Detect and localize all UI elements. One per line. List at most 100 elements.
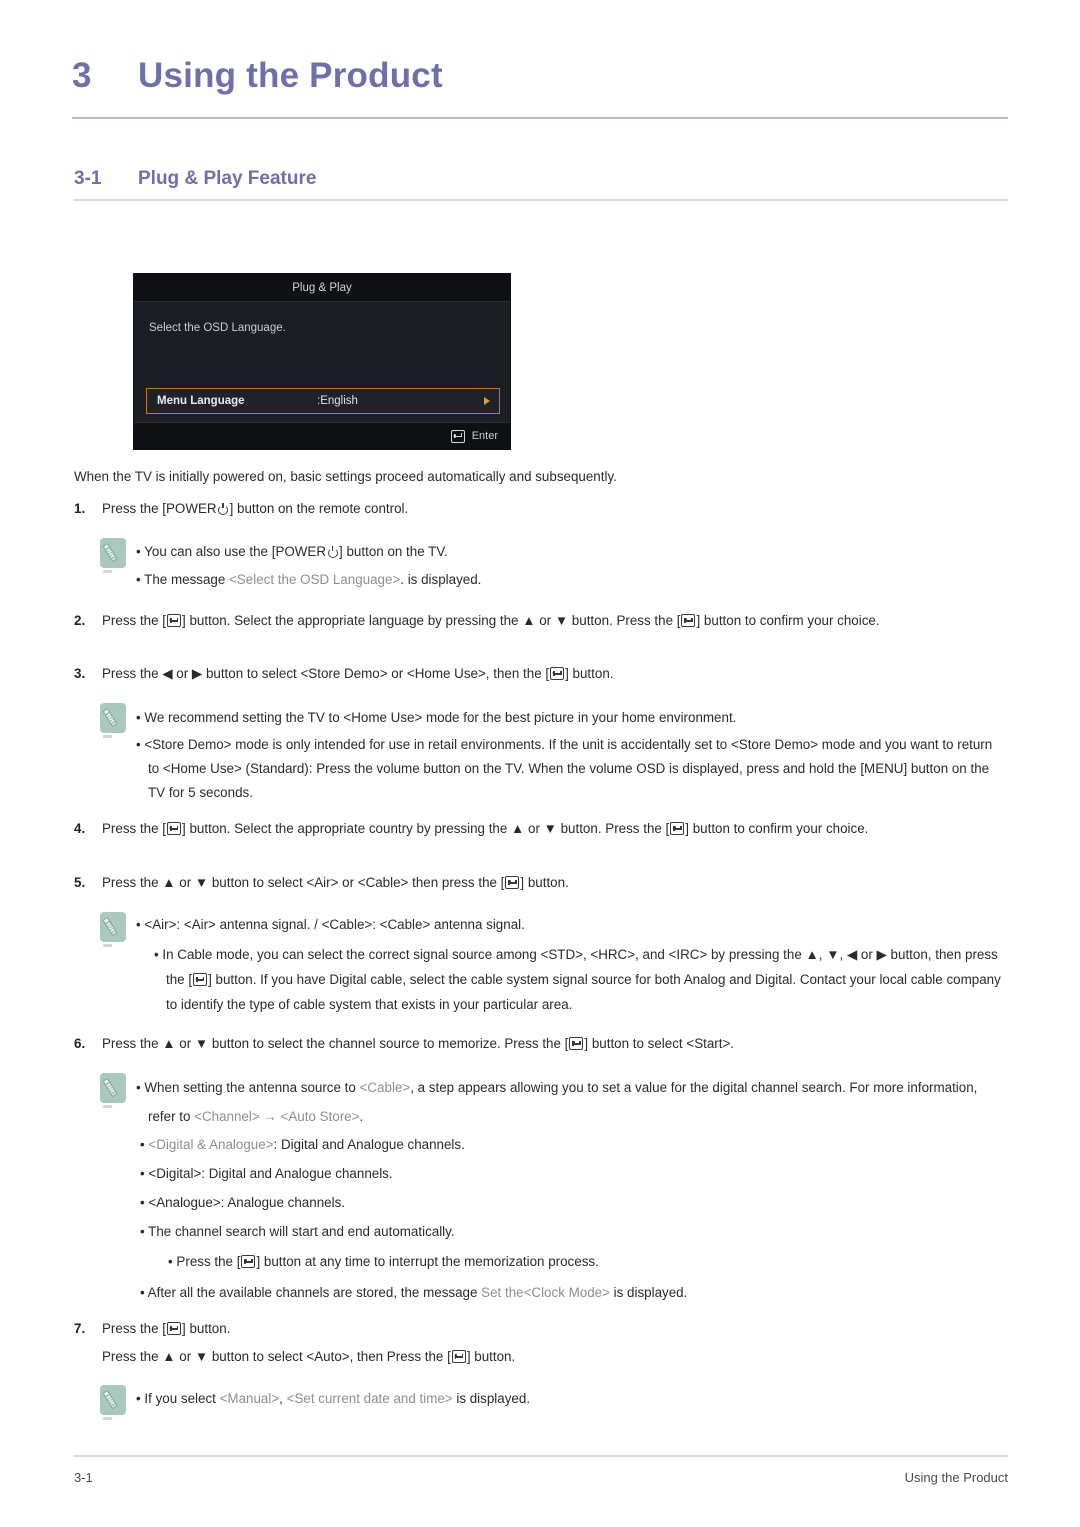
step-7-line-2-b: ] button. [466,1349,516,1364]
note-pencil-icon [100,538,126,573]
bullet-5-b: ] button at any time to interrupt the me… [256,1254,599,1269]
osd-prompt: Select the OSD Language. [149,322,286,334]
footer-chapter-title: Using the Product [904,1470,1008,1485]
step-5: 5. Press the ▲ or ▼ button to select <Ai… [74,872,1004,894]
channel-source-bullet-list: <Digital & Analogue>: Digital and Analog… [140,1130,1010,1307]
note-pencil-icon [100,912,126,947]
step-7-text-a: Press the [ [102,1321,167,1336]
note-5-gray-2: <Set current date and time> [286,1391,453,1406]
note-1-line-2: The message <Select the OSD Language>. i… [136,566,1004,594]
note-3: <Air>: <Air> antenna signal. / <Cable>: … [100,912,1004,1017]
chapter-heading: 3 Using the Product [72,56,1008,96]
step-3-text-b: ] button. [565,666,614,681]
note-2-line-1: We recommend setting the TV to <Home Use… [136,703,1004,733]
note-3-line-2: In Cable mode, you can select the correc… [136,942,1004,1017]
note-2-line-2: <Store Demo> mode is only intended for u… [136,733,1004,805]
bullet-6-b: is displayed. [609,1285,688,1300]
step-3-number: 3. [74,666,86,681]
note-4: When setting the antenna source to <Cabl… [100,1073,1004,1131]
enter-key-icon [167,1322,182,1335]
power-icon [327,546,338,558]
power-icon [218,503,229,515]
note-4-c: . [359,1109,364,1124]
step-6-number: 6. [74,1036,86,1051]
footer-divider [74,1455,1008,1457]
step-1-text-b: ] button on the remote control. [229,501,409,516]
enter-key-icon [681,614,696,627]
enter-key-icon [569,1037,584,1050]
step-2-number: 2. [74,613,86,628]
bullet-digital-analogue: <Digital & Analogue>: Digital and Analog… [140,1130,1010,1159]
step-2-text: Press the [ ] button. Select the appropri… [102,610,1004,632]
bullet-clock-mode: After all the available channels are sto… [140,1278,1010,1307]
step-2-text-a: Press the [ [102,613,167,628]
step-4: 4. Press the [] button. Select the appro… [74,818,1004,840]
enter-key-icon [450,429,465,443]
note-5-body: If you select <Manual>, <Set current dat… [136,1385,1004,1415]
section-divider [74,199,1008,201]
note-1-body: You can also use the [POWER ] button on t… [136,538,1004,594]
step-3-text-a: Press the ◀ or ▶ button to select <Store… [102,666,550,681]
step-3: 3. Press the ◀ or ▶ button to select <St… [74,663,1004,685]
section-number: 3-1 [74,168,102,189]
note-1: You can also use the [POWER ] button on t… [100,538,1004,594]
chapter-title: Using the Product [138,56,443,95]
step-2: 2. Press the [ ] button. Select the appro… [74,610,1004,632]
bullet-channel-search: The channel search will start and end au… [140,1217,1010,1246]
note-2: We recommend setting the TV to <Home Use… [100,703,1004,805]
step-7-text-b: ] button. [182,1321,231,1336]
note-pencil-icon [100,1385,126,1420]
note-pencil-icon [100,1073,126,1108]
bullet-interrupt: Press the [ ] button at any time to inter… [140,1246,1010,1278]
step-4-number: 4. [74,821,86,836]
step-1-text-a: Press the [POWER [102,501,217,516]
bullet-6-gray: Set the<Clock Mode> [481,1285,610,1300]
step-3-text: Press the ◀ or ▶ button to select <Store… [102,663,1004,685]
step-6-text: Press the ▲ or ▼ button to select the ch… [102,1033,1004,1055]
step-5-number: 5. [74,875,86,890]
note-5: If you select <Manual>, <Set current dat… [100,1385,1004,1420]
bullet-digital: <Digital>: Digital and Analogue channels… [140,1159,1010,1188]
note-5-c: is displayed. [452,1391,531,1406]
enter-key-icon [167,614,182,627]
step-2-text-b: ] button. Select the appropriate languag… [182,613,681,628]
note-4-a: When setting the antenna source to [144,1080,360,1095]
enter-key-icon [451,1350,466,1363]
chapter-divider [72,117,1008,119]
right-triangle-icon [484,397,490,405]
step-6-text-b: ] button to select <Start>. [584,1036,735,1051]
note-1-line-1-b: ] button on the TV. [339,544,448,559]
osd-row-value: :English [317,395,358,407]
enter-key-icon [550,667,565,680]
bullet-1-gray: <Digital & Analogue> [148,1137,274,1152]
note-1-line-2-a: The message [144,572,230,587]
step-4-text: Press the [] button. Select the appropri… [102,818,1004,840]
note-4-gray-2: <Channel> → <Auto Store> [194,1109,360,1124]
osd-screenshot-figure: Plug & Play Select the OSD Language. Men… [133,273,511,450]
bullet-5-a: Press the [ [176,1254,241,1269]
step-6-text-a: Press the ▲ or ▼ button to select the ch… [102,1036,569,1051]
step-7-number: 7. [74,1321,86,1336]
enter-key-icon [193,973,208,986]
osd-title: Plug & Play [134,274,510,302]
step-1: 1. Press the [POWER] button on the remot… [74,498,1004,520]
note-1-line-1-a: You can also use the [POWER [144,544,327,559]
step-4-text-c: ] button to confirm your choice. [685,821,869,836]
bullet-1-text: : Digital and Analogue channels. [273,1137,465,1152]
page-footer: 3-1 Using the Product [74,1470,1008,1485]
step-7-line-2-a: Press the ▲ or ▼ button to select <Auto>… [102,1349,451,1364]
note-5-a: If you select [144,1391,220,1406]
note-5-b: , [279,1391,287,1406]
enter-key-icon [670,822,685,835]
osd-footer-label: Enter [471,430,498,442]
step-7-text: Press the [ ] button. [102,1318,1004,1340]
section-title: Plug & Play Feature [138,168,317,189]
manual-page: 3 Using the Product 3-1 Plug & Play Feat… [0,0,1080,1527]
osd-footer: Enter [134,422,510,449]
bullet-6-a: After all the available channels are sto… [147,1285,482,1300]
step-5-text: Press the ▲ or ▼ button to select <Air> … [102,872,1004,894]
bullet-analogue: <Analogue>: Analogue channels. [140,1188,1010,1217]
note-3-line-1: <Air>: <Air> antenna signal. / <Cable>: … [136,912,1004,938]
step-2-text-c: ] button to confirm your choice. [696,613,880,628]
note-3-body: <Air>: <Air> antenna signal. / <Cable>: … [136,912,1004,1017]
